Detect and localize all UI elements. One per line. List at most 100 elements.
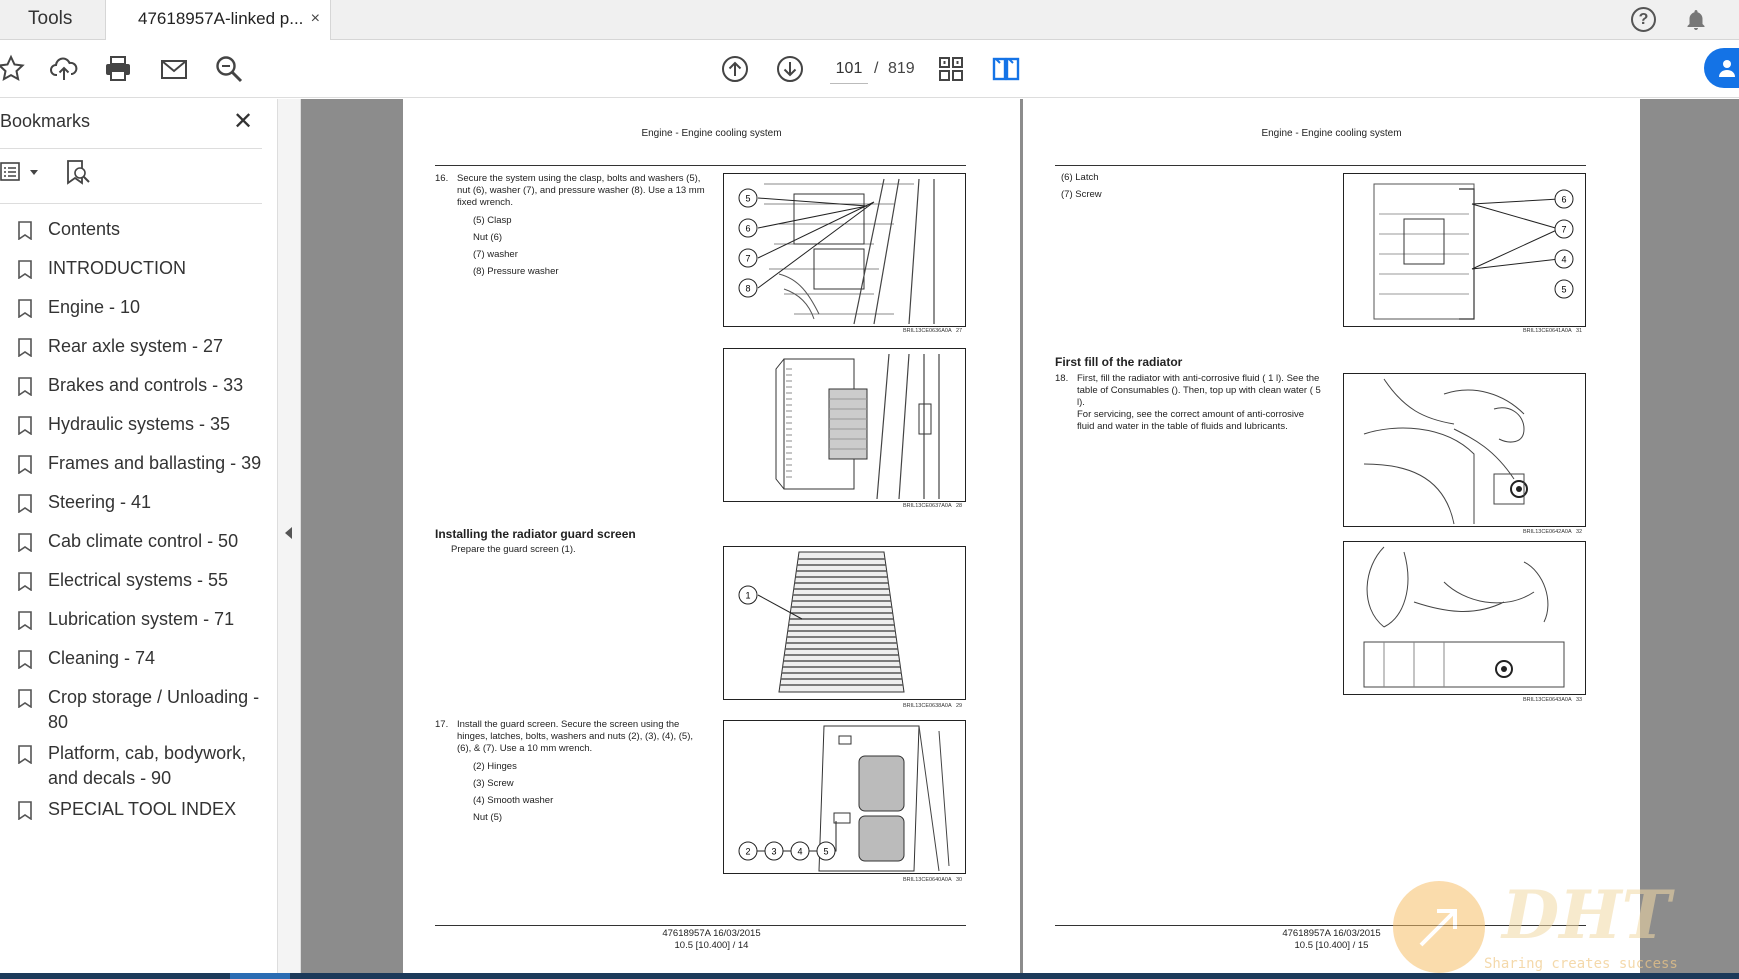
step-number: 17.	[435, 719, 449, 730]
toolbar: 101 / 819	[0, 40, 1739, 98]
taskbar-accent	[230, 973, 290, 979]
figure-33	[1343, 541, 1586, 695]
print-icon[interactable]	[103, 54, 133, 84]
bookmark-item[interactable]: INTRODUCTION	[18, 256, 268, 281]
legend-item: Nut (5)	[473, 812, 503, 823]
page-down-icon[interactable]	[775, 54, 805, 84]
bookmarks-title: Bookmarks	[0, 111, 91, 131]
bookmark-item[interactable]: Hydraulic systems - 35	[18, 412, 268, 437]
bookmark-item[interactable]: Electrical systems - 55	[18, 568, 268, 593]
share-button[interactable]	[1704, 48, 1739, 88]
close-icon[interactable]: ✕	[233, 107, 253, 136]
bookmark-icon	[18, 377, 32, 396]
tab-document[interactable]: 47618957A-linked p... ×	[106, 0, 331, 41]
bookmark-icon	[18, 260, 32, 279]
bookmark-item[interactable]: Cab climate control - 50	[18, 529, 268, 554]
figure-28	[723, 348, 966, 502]
footer-doc-id: 47618957A 16/03/2015	[662, 928, 761, 939]
panel-collapse-strip[interactable]	[278, 99, 301, 973]
fit-page-icon[interactable]	[936, 54, 966, 84]
bookmarks-panel: Bookmarks ✕ Contents INTRODUCTION Engine -…	[0, 99, 278, 973]
bookmark-options-icon[interactable]	[0, 161, 40, 183]
watermark-logo	[1393, 881, 1485, 973]
bookmark-label: Rear axle system - 27	[48, 336, 224, 356]
bookmark-item[interactable]: Contents	[18, 217, 268, 242]
callout-label: 4	[797, 847, 802, 857]
bookmark-item[interactable]: Steering - 41	[18, 490, 268, 515]
footer-page-ref: 10.5 [10.400] / 14	[674, 940, 749, 951]
bookmark-label: Contents	[48, 219, 121, 239]
guard-screen-drawing: 1	[738, 551, 905, 693]
callout-label: 3	[771, 847, 776, 857]
zoom-icon[interactable]	[214, 54, 244, 84]
bookmark-label: Cab climate control - 50	[48, 531, 239, 551]
help-icon[interactable]: ?	[1631, 7, 1656, 32]
star-icon[interactable]	[0, 54, 26, 84]
legend-item: (6) Latch	[1061, 172, 1099, 183]
section-intro: Prepare the guard screen (1).	[451, 544, 576, 555]
bookmark-label: Engine - 10	[48, 297, 141, 317]
tab-tools[interactable]: Tools	[0, 0, 106, 40]
page-header: Engine - Engine cooling system	[1261, 128, 1402, 139]
bookmark-icon	[18, 533, 32, 552]
legend-item: Nut (6)	[473, 232, 503, 243]
radiator-screen-drawing	[775, 353, 940, 500]
legend-item: (2) Hinges	[473, 761, 517, 772]
topping-up-drawing	[1363, 546, 1565, 688]
mail-icon[interactable]	[159, 54, 189, 84]
callout-label: 1	[745, 591, 750, 601]
bookmark-label: Platform, cab, bodywork, and decals - 90	[48, 743, 247, 788]
collapse-arrow-icon[interactable]	[285, 527, 292, 539]
figure-code: BRIL13CE0637A0A	[903, 503, 952, 509]
bell-icon[interactable]	[1684, 8, 1708, 32]
figure-31: 6 7 4 5	[1343, 173, 1586, 327]
bookmark-label: Lubrication system - 71	[48, 609, 235, 629]
bookmark-label: Electrical systems - 55	[48, 570, 229, 590]
page-footer: 47618957A 16/03/2015 10.5 [10.400] / 14	[403, 928, 1020, 952]
figure-27: 5 6 7 8	[723, 173, 966, 327]
bookmark-label: Cleaning - 74	[48, 648, 156, 668]
bookmark-item[interactable]: Engine - 10	[18, 295, 268, 320]
figure-32	[1343, 373, 1586, 527]
bookmark-item[interactable]: Frames and ballasting - 39	[18, 451, 268, 476]
callout-label: 4	[1561, 255, 1566, 265]
bookmark-item[interactable]: Crop storage / Unloading - 80	[18, 685, 268, 735]
figure-number: 30	[956, 877, 963, 883]
bookmark-label: Steering - 41	[48, 492, 152, 512]
legend-item: (3) Screw	[473, 778, 514, 789]
bookmark-item[interactable]: SPECIAL TOOL INDEX	[18, 797, 268, 822]
bookmark-add-icon[interactable]	[65, 159, 91, 185]
bookmark-icon	[18, 416, 32, 435]
legend-item: (5) Clasp	[473, 215, 512, 226]
bookmark-icon	[18, 801, 32, 820]
two-page-icon[interactable]	[991, 54, 1021, 84]
screen-installed-drawing: 2 3 4 5	[738, 725, 950, 872]
tab-close-icon[interactable]: ×	[311, 0, 320, 38]
figure-code: BRIL13CE0636A0A	[903, 328, 952, 334]
page-up-icon[interactable]	[720, 54, 750, 84]
figure-code: BRIL13CE0642A0A	[1523, 529, 1572, 535]
bookmark-label: Frames and ballasting - 39	[48, 453, 262, 473]
figure-code: BRIL13CE0638A0A	[903, 703, 952, 709]
step-number: 18.	[1055, 373, 1069, 384]
step-number: 16.	[435, 173, 449, 184]
bookmark-icon	[18, 455, 32, 474]
bookmark-item[interactable]: Cleaning - 74	[18, 646, 268, 671]
bookmark-item[interactable]: Platform, cab, bodywork, and decals - 90	[18, 741, 268, 791]
figure-code: BRIL13CE0643A0A	[1523, 697, 1572, 703]
bookmark-item[interactable]: Brakes and controls - 33	[18, 373, 268, 398]
bookmark-item[interactable]: Lubrication system - 71	[18, 607, 268, 632]
document-view[interactable]: Engine - Engine cooling system 16. Secur…	[301, 99, 1739, 973]
figure-code: BRIL13CE0640A0A	[903, 877, 952, 883]
page-number-input[interactable]: 101	[830, 54, 868, 84]
latch-detail-drawing: 6 7 4 5	[1373, 183, 1574, 320]
bookmark-icon	[18, 745, 32, 764]
upload-icon[interactable]	[49, 54, 79, 84]
bookmark-icon	[18, 494, 32, 513]
figure-29: 1	[723, 546, 966, 700]
watermark-text: DHT	[1502, 876, 1671, 954]
legend-17: (2) Hinges (3) Screw (4) Smooth washer N…	[473, 758, 553, 826]
bookmark-icon	[18, 689, 32, 708]
bookmark-item[interactable]: Rear axle system - 27	[18, 334, 268, 359]
page-total: 819	[888, 60, 915, 77]
